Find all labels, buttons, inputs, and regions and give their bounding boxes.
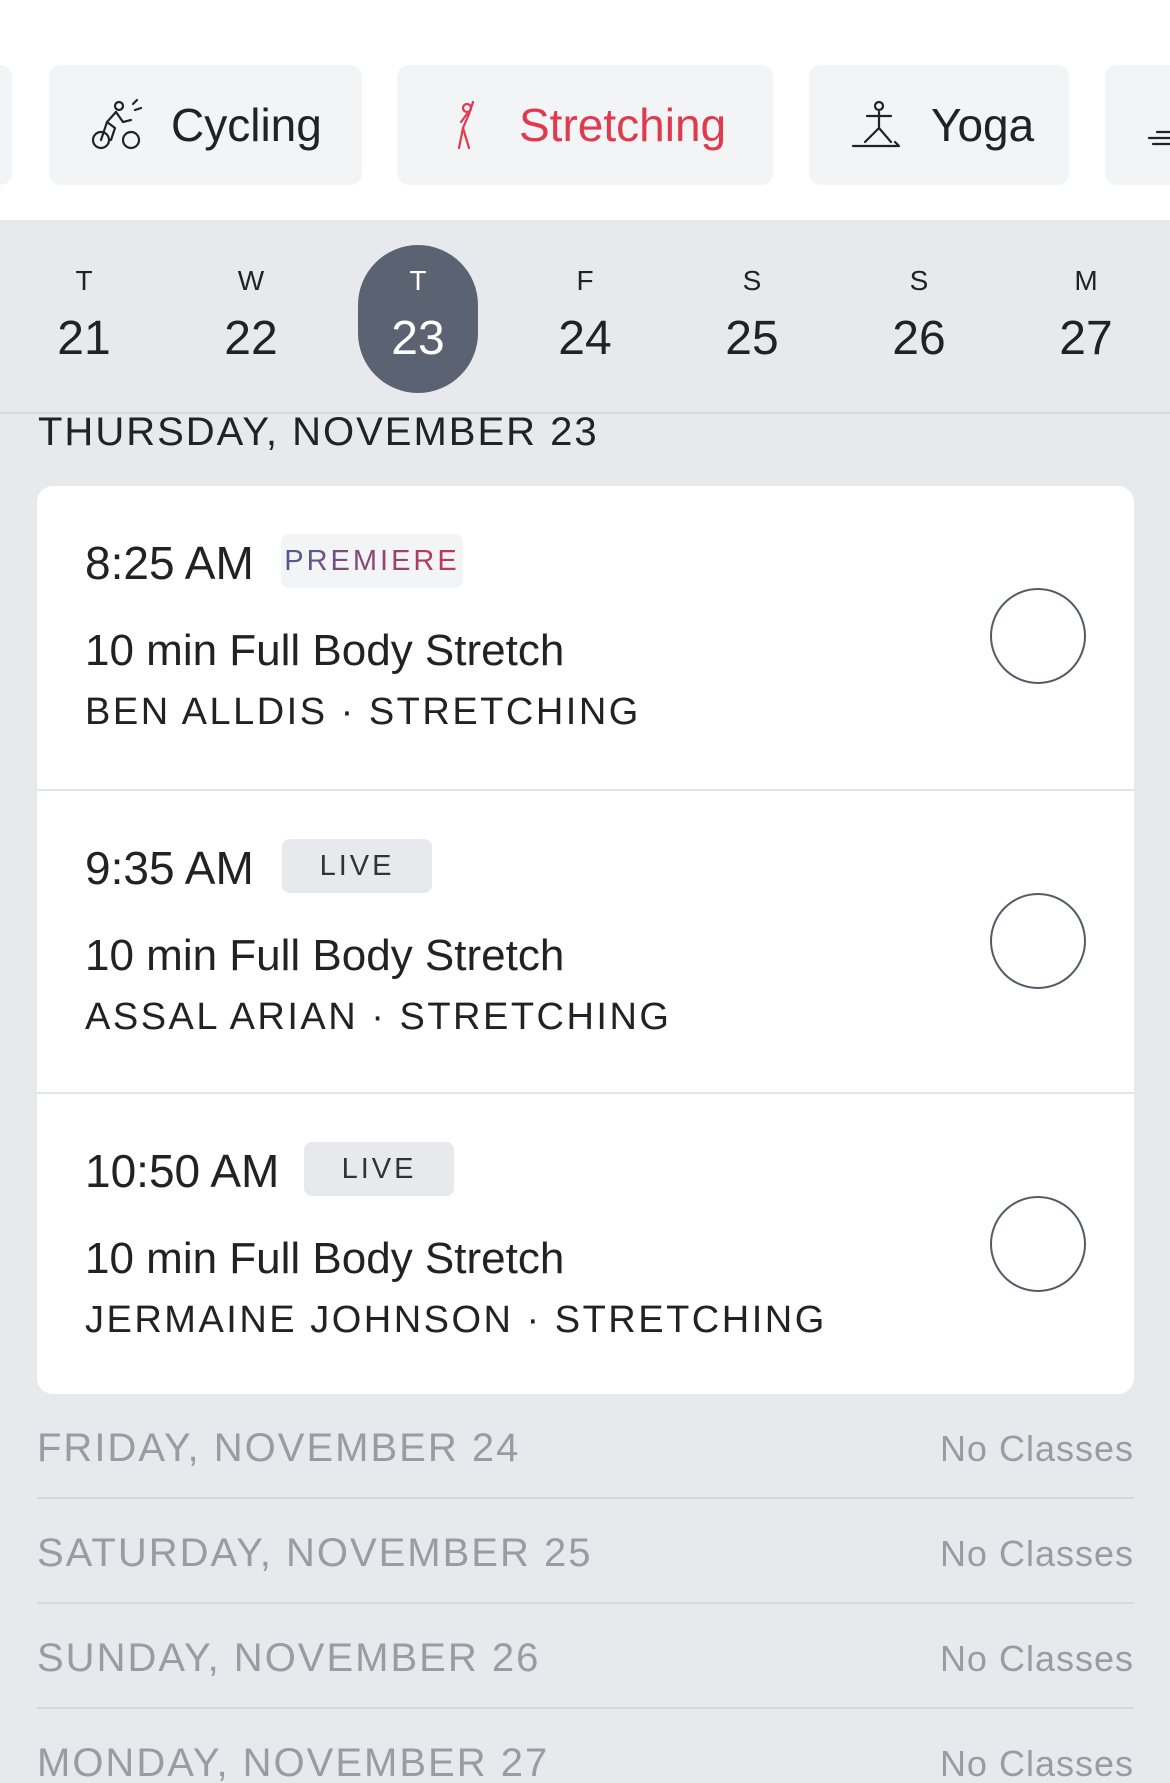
category-tab-stretching[interactable]: Stretching <box>397 65 773 185</box>
yoga-icon <box>849 98 903 152</box>
day-number: 25 <box>725 312 779 365</box>
class-title: 10 min Full Body Stretch <box>85 1234 565 1283</box>
class-row[interactable]: 8:25 AM PREMIERE 10 min Full Body Stretc… <box>37 486 1134 789</box>
class-instructor-discipline: JERMAINE JOHNSON · STRETCHING <box>85 1299 827 1341</box>
category-tab-partial-left[interactable] <box>0 65 12 185</box>
section-title: THURSDAY, NOVEMBER 23 <box>38 410 599 454</box>
day-21[interactable]: T 21 <box>24 245 144 393</box>
day-of-week: M <box>1074 265 1098 296</box>
no-classes-label: No Classes <box>939 1428 1134 1469</box>
day-label: SUNDAY, NOVEMBER 26 <box>37 1636 541 1680</box>
category-label: Yoga <box>931 99 1035 151</box>
add-to-schedule-radio[interactable] <box>990 1196 1086 1292</box>
category-tab-cycling[interactable]: Cycling <box>49 65 362 185</box>
no-classes-label: No Classes <box>939 1533 1134 1574</box>
day-27[interactable]: M 27 <box>1026 245 1146 393</box>
add-to-schedule-radio[interactable] <box>990 893 1086 989</box>
live-badge: LIVE <box>282 839 432 893</box>
day-22[interactable]: W 22 <box>191 245 311 393</box>
class-list-card: 8:25 AM PREMIERE 10 min Full Body Stretc… <box>37 486 1134 1394</box>
day-of-week: T <box>75 265 93 296</box>
day-number: 26 <box>892 312 946 365</box>
day-of-week: S <box>909 265 929 296</box>
day-label: FRIDAY, NOVEMBER 24 <box>37 1426 521 1470</box>
class-instructor-discipline: ASSAL ARIAN · STRETCHING <box>85 996 672 1038</box>
day-of-week: S <box>742 265 762 296</box>
day-of-week: F <box>576 265 594 296</box>
empty-day-row: MONDAY, NOVEMBER 27 No Classes <box>37 1709 1134 1783</box>
premiere-badge: PREMIERE <box>281 534 463 588</box>
day-24[interactable]: F 24 <box>525 245 645 393</box>
day-label: SATURDAY, NOVEMBER 25 <box>37 1531 593 1575</box>
cycling-icon <box>89 98 143 152</box>
class-time: 10:50 AM <box>85 1145 280 1197</box>
class-instructor-discipline: BEN ALLDIS · STRETCHING <box>85 691 641 733</box>
category-label: Cycling <box>171 99 322 151</box>
empty-day-row: SATURDAY, NOVEMBER 25 No Classes <box>37 1499 1134 1604</box>
day-label: MONDAY, NOVEMBER 27 <box>37 1741 550 1783</box>
empty-day-row: FRIDAY, NOVEMBER 24 No Classes <box>37 1394 1134 1499</box>
class-row[interactable]: 9:35 AM LIVE 10 min Full Body Stretch AS… <box>37 789 1134 1092</box>
class-title: 10 min Full Body Stretch <box>85 931 565 980</box>
day-23-selected[interactable]: T 23 <box>358 245 478 393</box>
day-number: 24 <box>558 312 612 365</box>
class-time: 9:35 AM <box>85 842 254 894</box>
class-row[interactable]: 10:50 AM LIVE 10 min Full Body Stretch J… <box>37 1092 1134 1394</box>
day-of-week: W <box>237 265 265 296</box>
day-26[interactable]: S 26 <box>859 245 979 393</box>
stretching-icon <box>437 98 491 152</box>
no-classes-label: No Classes <box>939 1743 1134 1783</box>
category-tabs: Cycling Stretching Yoga <box>0 0 1170 220</box>
category-label: Stretching <box>519 99 727 151</box>
no-classes-label: No Classes <box>939 1638 1134 1679</box>
class-time: 8:25 AM <box>85 537 254 589</box>
day-number: 23 <box>391 312 445 365</box>
class-title: 10 min Full Body Stretch <box>85 626 565 675</box>
day-of-week: T <box>409 265 427 296</box>
day-number: 22 <box>224 312 278 365</box>
live-badge: LIVE <box>304 1142 454 1196</box>
category-tab-partial-right[interactable] <box>1105 65 1170 185</box>
category-icon <box>1145 98 1170 152</box>
empty-day-row: SUNDAY, NOVEMBER 26 No Classes <box>37 1604 1134 1709</box>
day-number: 21 <box>57 312 111 365</box>
category-tab-yoga[interactable]: Yoga <box>809 65 1069 185</box>
add-to-schedule-radio[interactable] <box>990 588 1086 684</box>
date-strip: T 21 W 22 T 23 F 24 S 25 S 26 M 27 <box>0 220 1170 414</box>
day-number: 27 <box>1059 312 1113 365</box>
badge-label: PREMIERE <box>284 544 460 577</box>
day-25[interactable]: S 25 <box>692 245 812 393</box>
